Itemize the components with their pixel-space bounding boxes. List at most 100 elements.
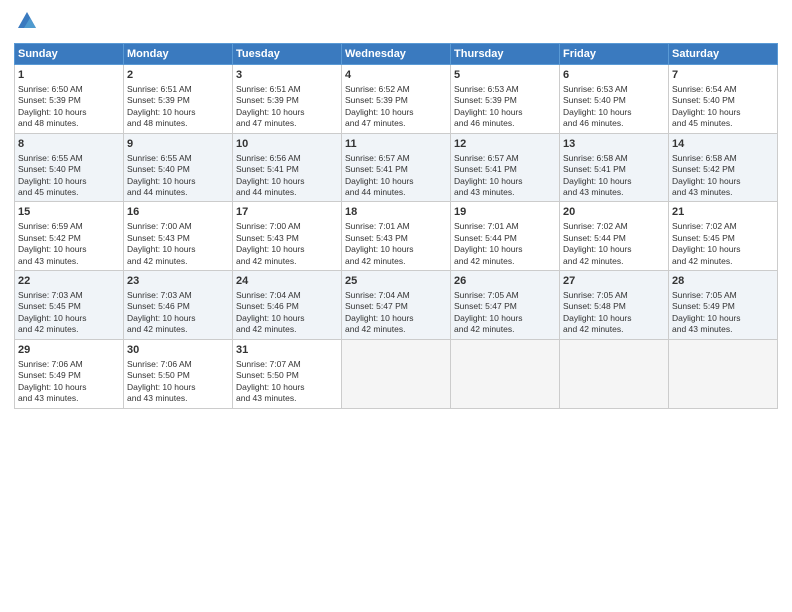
calendar-cell: 23Sunrise: 7:03 AMSunset: 5:46 PMDayligh… — [124, 271, 233, 340]
day-info: Sunset: 5:42 PM — [672, 164, 774, 175]
calendar-cell: 8Sunrise: 6:55 AMSunset: 5:40 PMDaylight… — [15, 133, 124, 202]
day-number: 12 — [454, 137, 556, 152]
day-info: and 42 minutes. — [345, 256, 447, 267]
day-number: 21 — [672, 205, 774, 220]
day-info: Sunset: 5:40 PM — [18, 164, 120, 175]
day-info: and 48 minutes. — [18, 118, 120, 129]
col-header-sunday: Sunday — [15, 44, 124, 65]
column-headers-row: SundayMondayTuesdayWednesdayThursdayFrid… — [15, 44, 778, 65]
day-number: 7 — [672, 68, 774, 83]
day-info: Sunset: 5:39 PM — [454, 95, 556, 106]
calendar-cell: 17Sunrise: 7:00 AMSunset: 5:43 PMDayligh… — [233, 202, 342, 271]
day-info: Sunrise: 7:03 AM — [18, 290, 120, 301]
day-info: Sunset: 5:43 PM — [345, 233, 447, 244]
day-info: Daylight: 10 hours — [672, 244, 774, 255]
day-number: 17 — [236, 205, 338, 220]
day-info: Sunset: 5:46 PM — [127, 301, 229, 312]
day-info: and 42 minutes. — [236, 324, 338, 335]
day-info: Sunrise: 6:55 AM — [127, 153, 229, 164]
calendar-cell: 15Sunrise: 6:59 AMSunset: 5:42 PMDayligh… — [15, 202, 124, 271]
calendar-cell: 3Sunrise: 6:51 AMSunset: 5:39 PMDaylight… — [233, 65, 342, 134]
day-info: and 43 minutes. — [563, 187, 665, 198]
day-info: Sunrise: 7:04 AM — [236, 290, 338, 301]
day-info: and 42 minutes. — [18, 324, 120, 335]
day-info: Daylight: 10 hours — [18, 176, 120, 187]
day-info: Daylight: 10 hours — [127, 313, 229, 324]
day-info: and 46 minutes. — [563, 118, 665, 129]
day-info: Sunrise: 7:07 AM — [236, 359, 338, 370]
day-number: 29 — [18, 343, 120, 358]
col-header-saturday: Saturday — [669, 44, 778, 65]
day-info: Daylight: 10 hours — [236, 244, 338, 255]
day-info: and 43 minutes. — [18, 256, 120, 267]
day-info: Sunset: 5:41 PM — [236, 164, 338, 175]
day-number: 19 — [454, 205, 556, 220]
day-info: Sunrise: 6:58 AM — [672, 153, 774, 164]
calendar-week-row: 22Sunrise: 7:03 AMSunset: 5:45 PMDayligh… — [15, 271, 778, 340]
day-info: Sunset: 5:47 PM — [345, 301, 447, 312]
day-info: Sunset: 5:39 PM — [18, 95, 120, 106]
header — [14, 10, 778, 37]
day-info: Sunrise: 6:57 AM — [454, 153, 556, 164]
day-info: and 43 minutes. — [127, 393, 229, 404]
calendar-cell: 11Sunrise: 6:57 AMSunset: 5:41 PMDayligh… — [342, 133, 451, 202]
calendar-cell: 30Sunrise: 7:06 AMSunset: 5:50 PMDayligh… — [124, 339, 233, 408]
day-info: Sunrise: 7:03 AM — [127, 290, 229, 301]
day-info: Daylight: 10 hours — [454, 107, 556, 118]
calendar-cell: 29Sunrise: 7:06 AMSunset: 5:49 PMDayligh… — [15, 339, 124, 408]
day-info: and 47 minutes. — [236, 118, 338, 129]
day-info: Sunrise: 6:57 AM — [345, 153, 447, 164]
day-info: Sunset: 5:41 PM — [454, 164, 556, 175]
day-info: and 42 minutes. — [672, 256, 774, 267]
day-info: and 43 minutes. — [236, 393, 338, 404]
day-info: Sunrise: 7:01 AM — [454, 221, 556, 232]
day-info: Daylight: 10 hours — [18, 313, 120, 324]
day-info: Sunset: 5:43 PM — [127, 233, 229, 244]
day-info: Sunset: 5:45 PM — [672, 233, 774, 244]
calendar-cell: 22Sunrise: 7:03 AMSunset: 5:45 PMDayligh… — [15, 271, 124, 340]
col-header-thursday: Thursday — [451, 44, 560, 65]
day-info: Daylight: 10 hours — [236, 107, 338, 118]
calendar-cell: 20Sunrise: 7:02 AMSunset: 5:44 PMDayligh… — [560, 202, 669, 271]
day-info: and 42 minutes. — [454, 324, 556, 335]
day-info: and 43 minutes. — [672, 187, 774, 198]
calendar-cell — [342, 339, 451, 408]
col-header-tuesday: Tuesday — [233, 44, 342, 65]
day-info: Sunrise: 6:54 AM — [672, 84, 774, 95]
day-info: Daylight: 10 hours — [345, 313, 447, 324]
calendar-cell: 5Sunrise: 6:53 AMSunset: 5:39 PMDaylight… — [451, 65, 560, 134]
day-info: Sunrise: 6:59 AM — [18, 221, 120, 232]
day-number: 20 — [563, 205, 665, 220]
calendar-cell: 2Sunrise: 6:51 AMSunset: 5:39 PMDaylight… — [124, 65, 233, 134]
day-info: Sunset: 5:40 PM — [563, 95, 665, 106]
calendar-body: 1Sunrise: 6:50 AMSunset: 5:39 PMDaylight… — [15, 65, 778, 409]
day-info: Daylight: 10 hours — [18, 107, 120, 118]
day-info: Sunset: 5:42 PM — [18, 233, 120, 244]
day-info: Sunrise: 6:52 AM — [345, 84, 447, 95]
calendar-cell — [560, 339, 669, 408]
logo-icon — [16, 10, 38, 32]
day-info: and 42 minutes. — [236, 256, 338, 267]
col-header-wednesday: Wednesday — [342, 44, 451, 65]
day-info: and 44 minutes. — [345, 187, 447, 198]
day-info: Daylight: 10 hours — [345, 244, 447, 255]
day-number: 8 — [18, 137, 120, 152]
calendar-cell: 21Sunrise: 7:02 AMSunset: 5:45 PMDayligh… — [669, 202, 778, 271]
calendar-week-row: 1Sunrise: 6:50 AMSunset: 5:39 PMDaylight… — [15, 65, 778, 134]
day-number: 15 — [18, 205, 120, 220]
day-info: Daylight: 10 hours — [236, 176, 338, 187]
day-info: Sunset: 5:44 PM — [454, 233, 556, 244]
day-info: Sunrise: 7:02 AM — [672, 221, 774, 232]
day-info: and 42 minutes. — [345, 324, 447, 335]
day-number: 10 — [236, 137, 338, 152]
day-info: and 45 minutes. — [18, 187, 120, 198]
day-info: and 42 minutes. — [127, 324, 229, 335]
day-info: Sunset: 5:39 PM — [345, 95, 447, 106]
day-info: Sunset: 5:44 PM — [563, 233, 665, 244]
day-info: Daylight: 10 hours — [18, 244, 120, 255]
day-info: Daylight: 10 hours — [672, 313, 774, 324]
day-info: Sunset: 5:46 PM — [236, 301, 338, 312]
day-number: 5 — [454, 68, 556, 83]
day-info: and 48 minutes. — [127, 118, 229, 129]
day-number: 22 — [18, 274, 120, 289]
